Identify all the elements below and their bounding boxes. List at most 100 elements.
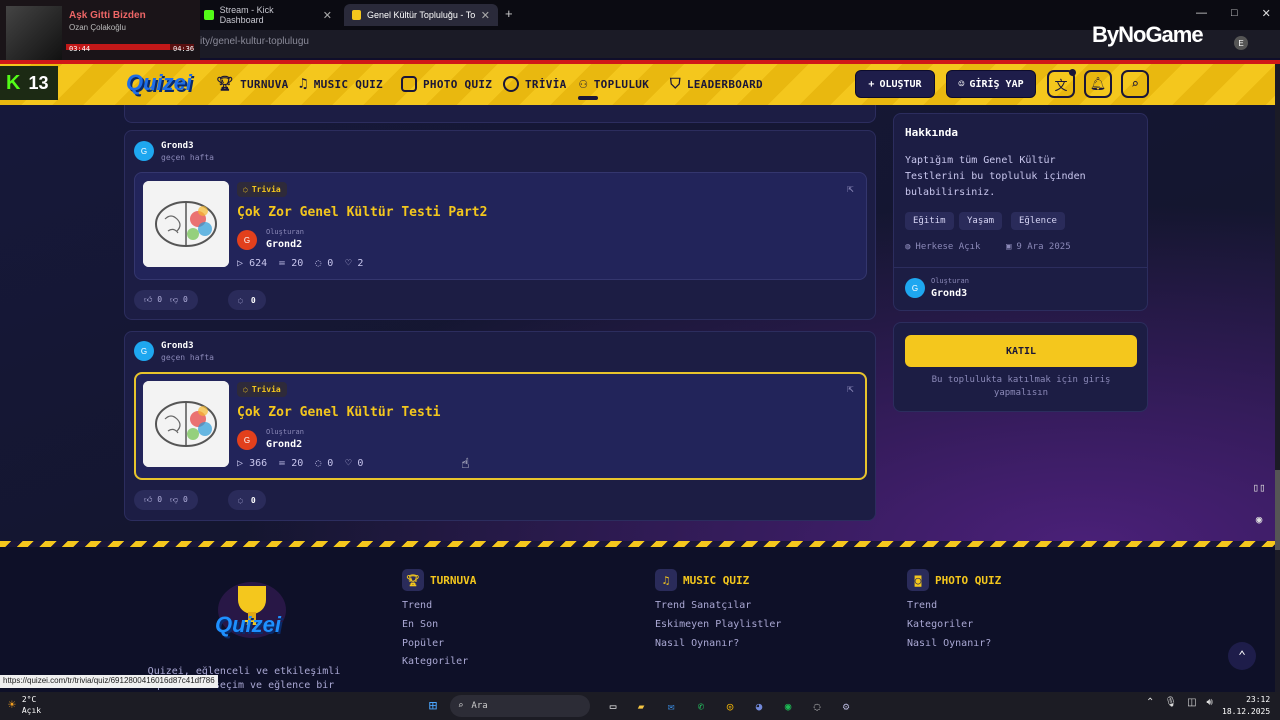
nav-trivia[interactable]: TRİVİA (503, 70, 567, 98)
file-explorer-icon[interactable]: ▰ (630, 695, 652, 717)
avatar[interactable]: G (134, 341, 154, 361)
new-tab-button[interactable]: + (505, 6, 513, 21)
thumbs-up-icon: 👍︎ (144, 495, 153, 504)
tab-kick-dashboard[interactable]: Stream - Kick Dashboard ✕ (196, 4, 340, 26)
quiz-thumbnail[interactable] (143, 181, 229, 267)
nav-turnuva[interactable]: 🏆︎ TURNUVA (216, 70, 289, 98)
join-button[interactable]: KATIL (905, 335, 1137, 367)
weather-widget[interactable]: ☀︎ 2°C Açık (8, 694, 41, 716)
footer-link[interactable]: Trend Sanatçılar (655, 600, 751, 611)
scrollbar-thumb[interactable] (1275, 470, 1280, 550)
footer-link[interactable]: En Son (402, 619, 438, 630)
scroll-to-top-button[interactable]: ⌃ (1228, 642, 1256, 670)
site-logo[interactable]: Quizei (126, 70, 192, 96)
comments-button[interactable]: ◌ 0 (228, 290, 266, 310)
search-button[interactable]: ⌕ (1121, 70, 1149, 98)
search-icon: ⌕ (1131, 76, 1139, 92)
footer-link[interactable]: Nasıl Oynanır? (655, 638, 739, 649)
external-link-icon[interactable]: ⇱ (847, 182, 854, 195)
thumbs-up-button[interactable]: 👍︎ 0 (144, 495, 162, 505)
login-button[interactable]: ☺ GİRİŞ YAP (946, 70, 1036, 98)
thumbs-down-button[interactable]: 👎︎ 0 (170, 495, 188, 505)
notifications-button[interactable]: 🔔︎ (1084, 70, 1112, 98)
close-window-icon[interactable]: ✕ (1262, 7, 1271, 20)
microphone-icon[interactable]: 🎙︎ (1164, 697, 1177, 708)
creator-avatar[interactable]: G (237, 430, 257, 450)
footer-link[interactable]: Popüler (402, 638, 444, 649)
creator-name[interactable]: Grond3 (931, 288, 967, 299)
creator-avatar[interactable]: G (237, 230, 257, 250)
nav-music-quiz[interactable]: ♫ MUSIC QUIZ (299, 70, 383, 98)
chevron-up-icon[interactable]: ⌃ (1146, 697, 1154, 708)
avatar[interactable]: G (134, 141, 154, 161)
nav-topluluk[interactable]: ⚇ TOPLULUK (579, 70, 649, 98)
nav-photo-quiz[interactable]: PHOTO QUIZ (401, 70, 492, 98)
footer-link[interactable]: Trend (907, 600, 937, 611)
extension-icon[interactable]: ◉ (1250, 510, 1268, 528)
volume-icon[interactable]: 🔊︎ (1207, 697, 1213, 708)
mail-icon[interactable]: ✉ (660, 695, 682, 717)
footer-link[interactable]: Eskimeyen Playlistler (655, 619, 781, 630)
visibility-label: Herkese Açık (915, 242, 981, 252)
questions-count: 20 (291, 458, 304, 469)
active-nav-indicator (578, 96, 598, 100)
maximize-icon[interactable]: □ (1231, 7, 1238, 20)
globe-icon: ◍ (905, 242, 911, 252)
post-time: geçen hafta (161, 153, 214, 162)
footer-link[interactable]: Kategoriler (907, 619, 973, 630)
clock-date: 18.12.2025 (1222, 707, 1271, 716)
thumbs-down-button[interactable]: 👎︎ 0 (170, 295, 188, 305)
create-button[interactable]: + OLUŞTUR (855, 70, 935, 98)
footer-link[interactable]: Nasıl Oynanır? (907, 638, 991, 649)
post-author[interactable]: Grond3 (161, 341, 194, 351)
close-icon[interactable]: ✕ (323, 9, 332, 22)
bell-icon: 🔔︎ (1089, 76, 1107, 92)
heart-icon: ♡ (345, 458, 352, 469)
music-note-icon: ♫ (299, 76, 308, 92)
tag-chip[interactable]: Yaşam (959, 212, 1003, 230)
footer-col-title: 🏆︎ TURNUVA (402, 569, 476, 591)
network-icon[interactable]: ◫ (1187, 697, 1196, 708)
reading-mode-icon[interactable]: ▯▯ (1250, 478, 1268, 496)
tab-label: Stream - Kick Dashboard (219, 5, 274, 25)
bynogame-logo: ByNoGame (1092, 22, 1204, 47)
community-description: Yaptığım tüm Genel Kültür Testlerini bu … (905, 155, 1086, 198)
profile-avatar[interactable]: E (1234, 36, 1248, 50)
page-scrollbar[interactable] (1275, 64, 1280, 692)
external-link-icon[interactable]: ⇱ (847, 382, 854, 395)
creator-name[interactable]: Grond2 (266, 439, 302, 450)
vote-pill: 👍︎ 0 👎︎ 0 (134, 490, 198, 510)
quiz-title[interactable]: Çok Zor Genel Kültür Testi Part2 (237, 205, 487, 220)
spotify-icon[interactable]: ◉ (777, 695, 799, 717)
footer-link[interactable]: Trend (402, 600, 432, 611)
tag-chip[interactable]: Eğitim (905, 212, 954, 230)
obs-icon[interactable]: ◌ (806, 695, 828, 717)
tab-community[interactable]: Genel Kültür Topluluğu - Toplu ✕ (344, 4, 498, 26)
created-date: ▣ 9 Ara 2025 (1006, 242, 1071, 252)
whatsapp-icon[interactable]: ✆ (690, 695, 712, 717)
taskbar-clock[interactable]: 23:12 18.12.2025 (1222, 694, 1270, 718)
list-icon: ≔ (279, 458, 286, 469)
creator-name[interactable]: Grond2 (266, 239, 302, 250)
comments-button[interactable]: ◌ 0 (228, 490, 266, 510)
thumbs-up-button[interactable]: 👍︎ 0 (144, 295, 162, 305)
steam-icon[interactable]: ⚙ (835, 695, 857, 717)
quiz-thumbnail[interactable] (143, 381, 229, 467)
post-author[interactable]: Grond3 (161, 141, 194, 151)
task-view-icon[interactable]: ▭ (602, 695, 624, 717)
tag-chip[interactable]: Eğlence (1011, 212, 1065, 230)
discord-icon[interactable]: ◕ (748, 695, 770, 717)
minimize-icon[interactable]: — (1196, 7, 1207, 20)
chrome-icon[interactable]: ◎ (719, 695, 741, 717)
windows-start-icon[interactable]: ⊞ (422, 695, 444, 717)
comments-count: 0 (327, 458, 334, 469)
creator-avatar[interactable]: G (905, 278, 925, 298)
likes-stat: ♡ 2 (345, 258, 363, 269)
nav-leaderboard[interactable]: ⛉ LEADERBOARD (670, 70, 763, 98)
badge-label: Trivia (251, 385, 281, 394)
user-icon: ☺ (958, 78, 965, 90)
quiz-title[interactable]: Çok Zor Genel Kültür Testi (237, 405, 441, 420)
close-icon[interactable]: ✕ (481, 9, 490, 22)
footer-link[interactable]: Kategoriler (402, 656, 468, 667)
taskbar-search[interactable]: ⌕ Ara (450, 695, 590, 717)
